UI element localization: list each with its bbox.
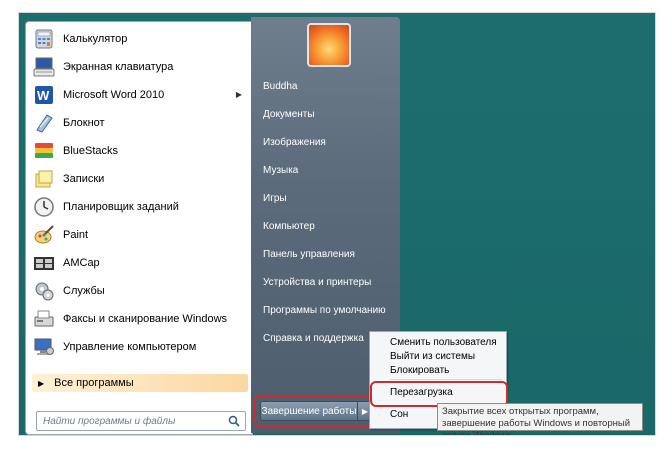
onscreen-keyboard-icon: [33, 56, 55, 78]
program-sticky-notes[interactable]: Записки: [30, 166, 248, 192]
menu-separator: [390, 379, 502, 380]
link-help-support[interactable]: Справка и поддержка: [263, 331, 364, 347]
svg-text:W: W: [37, 88, 50, 103]
program-label: Управление компьютером: [63, 341, 197, 353]
program-amcap[interactable]: AMCap: [30, 250, 248, 276]
program-word[interactable]: W Microsoft Word 2010 ▶: [30, 82, 248, 108]
notepad-icon: [33, 112, 55, 134]
bluestacks-icon: [33, 140, 55, 162]
menu-item-lock[interactable]: Блокировать: [390, 364, 449, 378]
link-pictures[interactable]: Изображения: [263, 135, 326, 151]
program-label: Блокнот: [63, 117, 105, 129]
program-label: BlueStacks: [63, 145, 119, 157]
triangle-right-icon: ▶: [38, 378, 45, 388]
program-label: Microsoft Word 2010: [63, 89, 165, 101]
program-label: Планировщик заданий: [63, 201, 179, 213]
user-avatar[interactable]: [307, 23, 351, 67]
program-paint[interactable]: Paint: [30, 222, 248, 248]
chevron-right-icon[interactable]: ▶: [236, 90, 242, 99]
program-onscreen-keyboard[interactable]: Экранная клавиатура: [30, 54, 248, 80]
computer-management-icon: [33, 336, 55, 358]
search-box[interactable]: Найти программы и файлы: [36, 411, 246, 431]
link-user-folder[interactable]: Buddha: [263, 79, 297, 95]
program-calculator[interactable]: Калькулятор: [30, 26, 248, 52]
program-label: AMCap: [63, 257, 100, 269]
program-label: Службы: [63, 285, 105, 297]
program-services[interactable]: Службы: [30, 278, 248, 304]
menu-item-switch-user[interactable]: Сменить пользователя: [390, 336, 497, 350]
start-menu-programs-pane: Калькулятор Экранная клавиатура W Micros…: [25, 21, 253, 435]
services-icon: [33, 280, 55, 302]
paint-icon: [33, 224, 55, 246]
sticky-notes-icon: [33, 168, 55, 190]
search-icon[interactable]: [226, 413, 242, 429]
all-programs-label: Все программы: [54, 377, 134, 389]
program-label: Paint: [63, 229, 89, 241]
link-control-panel[interactable]: Панель управления: [263, 247, 355, 263]
menu-item-log-off[interactable]: Выйти из системы: [390, 350, 475, 364]
link-games[interactable]: Игры: [263, 191, 287, 207]
menu-item-sleep[interactable]: Сон: [390, 408, 408, 422]
program-label: Экранная клавиатура: [63, 61, 174, 73]
task-scheduler-icon: [33, 196, 55, 218]
program-fax-scan[interactable]: Факсы и сканирование Windows: [30, 306, 248, 332]
fax-scan-icon: [33, 308, 55, 330]
link-music[interactable]: Музыка: [263, 163, 298, 179]
program-label: Факсы и сканирование Windows: [63, 313, 228, 325]
word-icon: W: [33, 84, 55, 106]
all-programs-button[interactable]: ▶ Все программы: [32, 374, 248, 392]
restart-tooltip: Закрытие всех открытых программ, заверше…: [437, 403, 643, 435]
program-task-scheduler[interactable]: Планировщик заданий: [30, 194, 248, 220]
program-label: Записки: [63, 173, 105, 185]
amcap-icon: [33, 252, 55, 274]
program-notepad[interactable]: Блокнот: [30, 110, 248, 136]
program-label: Калькулятор: [63, 33, 128, 45]
screenshot-frame: Калькулятор Экранная клавиатура W Micros…: [18, 12, 656, 436]
link-default-programs[interactable]: Программы по умолчанию: [263, 303, 386, 319]
link-devices-printers[interactable]: Устройства и принтеры: [263, 275, 371, 291]
highlight-shutdown: [254, 395, 378, 427]
link-computer[interactable]: Компьютер: [263, 219, 315, 235]
program-bluestacks[interactable]: BlueStacks: [30, 138, 248, 164]
search-input[interactable]: Найти программы и файлы: [43, 416, 226, 427]
calculator-icon: [33, 28, 55, 50]
program-computer-management[interactable]: Управление компьютером: [30, 334, 248, 360]
link-documents[interactable]: Документы: [263, 107, 315, 123]
